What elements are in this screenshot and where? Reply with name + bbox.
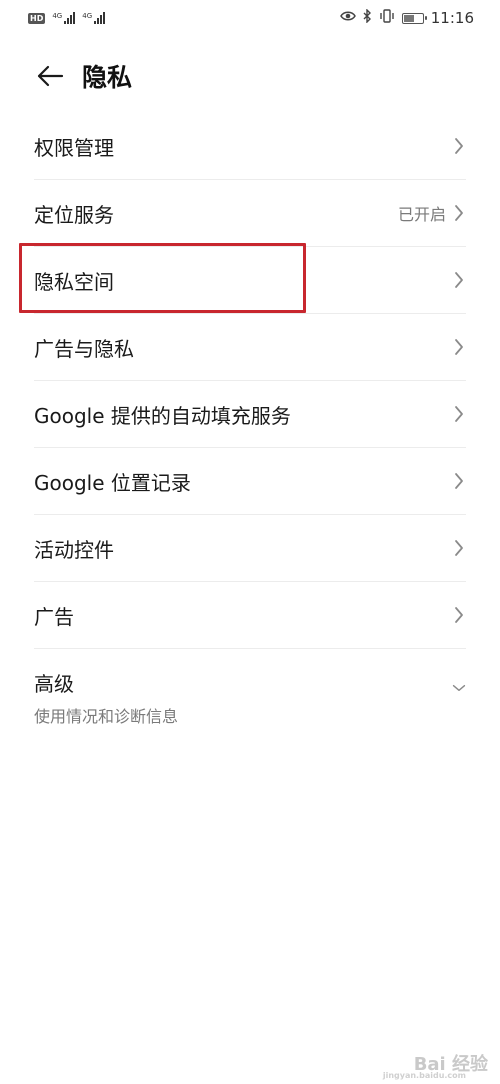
signal-2: 4G	[82, 12, 106, 24]
row-label: 广告	[34, 604, 74, 629]
arrow-left-icon	[37, 65, 64, 87]
chevron-right-icon	[452, 136, 466, 156]
back-button[interactable]	[30, 56, 70, 96]
watermark: Bai 经验 jingyan.baidu.com	[383, 1050, 488, 1080]
row-ads[interactable]: 广告	[34, 582, 466, 649]
row-location-service[interactable]: 定位服务 已开启	[34, 180, 466, 247]
row-activity-controls[interactable]: 活动控件	[34, 515, 466, 582]
signal-bars-icon	[94, 12, 106, 24]
status-bar: HD 4G 4G 11:16	[0, 0, 500, 36]
row-label: Google 位置记录	[34, 470, 191, 495]
app-bar: 隐私	[0, 48, 500, 104]
status-time: 11:16	[430, 9, 474, 27]
row-label: 活动控件	[34, 537, 114, 562]
chevron-right-icon	[452, 404, 466, 424]
vibrate-icon	[379, 9, 395, 27]
chevron-right-icon	[452, 471, 466, 491]
chevron-right-icon	[452, 203, 466, 223]
page-title: 隐私	[82, 63, 133, 92]
chevron-down-icon	[452, 678, 466, 698]
watermark-subtext: jingyan.baidu.com	[382, 1071, 466, 1080]
hd-badge: HD	[28, 12, 46, 24]
row-google-location-history[interactable]: Google 位置记录	[34, 448, 466, 515]
status-right: 11:16	[339, 8, 474, 27]
chevron-right-icon	[452, 605, 466, 625]
row-subtitle: 使用情况和诊断信息	[34, 707, 179, 726]
chevron-right-icon	[452, 538, 466, 558]
row-permissions[interactable]: 权限管理	[34, 113, 466, 180]
row-label: 定位服务	[34, 202, 114, 227]
settings-list: 权限管理 定位服务 已开启 隐私空间 广告与隐私 Google 提供的自动填充服…	[0, 113, 500, 727]
row-google-autofill[interactable]: Google 提供的自动填充服务	[34, 381, 466, 448]
battery-level	[403, 14, 414, 22]
row-label: Google 提供的自动填充服务	[34, 403, 291, 428]
chevron-right-icon	[452, 337, 466, 357]
status-left: HD 4G 4G	[28, 12, 106, 24]
row-private-space[interactable]: 隐私空间	[34, 247, 466, 314]
row-label: 权限管理	[34, 135, 114, 160]
bluetooth-icon	[363, 8, 372, 27]
row-advanced[interactable]: 高级 使用情况和诊断信息	[34, 649, 466, 727]
row-advanced-text: 高级 使用情况和诊断信息	[34, 668, 452, 727]
row-label: 广告与隐私	[34, 336, 134, 361]
network-type-label-2: 4G	[82, 12, 93, 20]
chevron-right-icon	[452, 270, 466, 290]
row-label: 高级	[34, 672, 74, 696]
row-label: 隐私空间	[34, 269, 114, 294]
signal-bars-icon	[64, 12, 76, 24]
battery-icon	[401, 12, 427, 24]
eye-icon	[339, 10, 356, 26]
status-value: 已开启	[397, 205, 446, 224]
network-type-label-1: 4G	[52, 12, 63, 20]
row-ads-privacy[interactable]: 广告与隐私	[34, 314, 466, 381]
signal-1: 4G	[52, 12, 76, 24]
